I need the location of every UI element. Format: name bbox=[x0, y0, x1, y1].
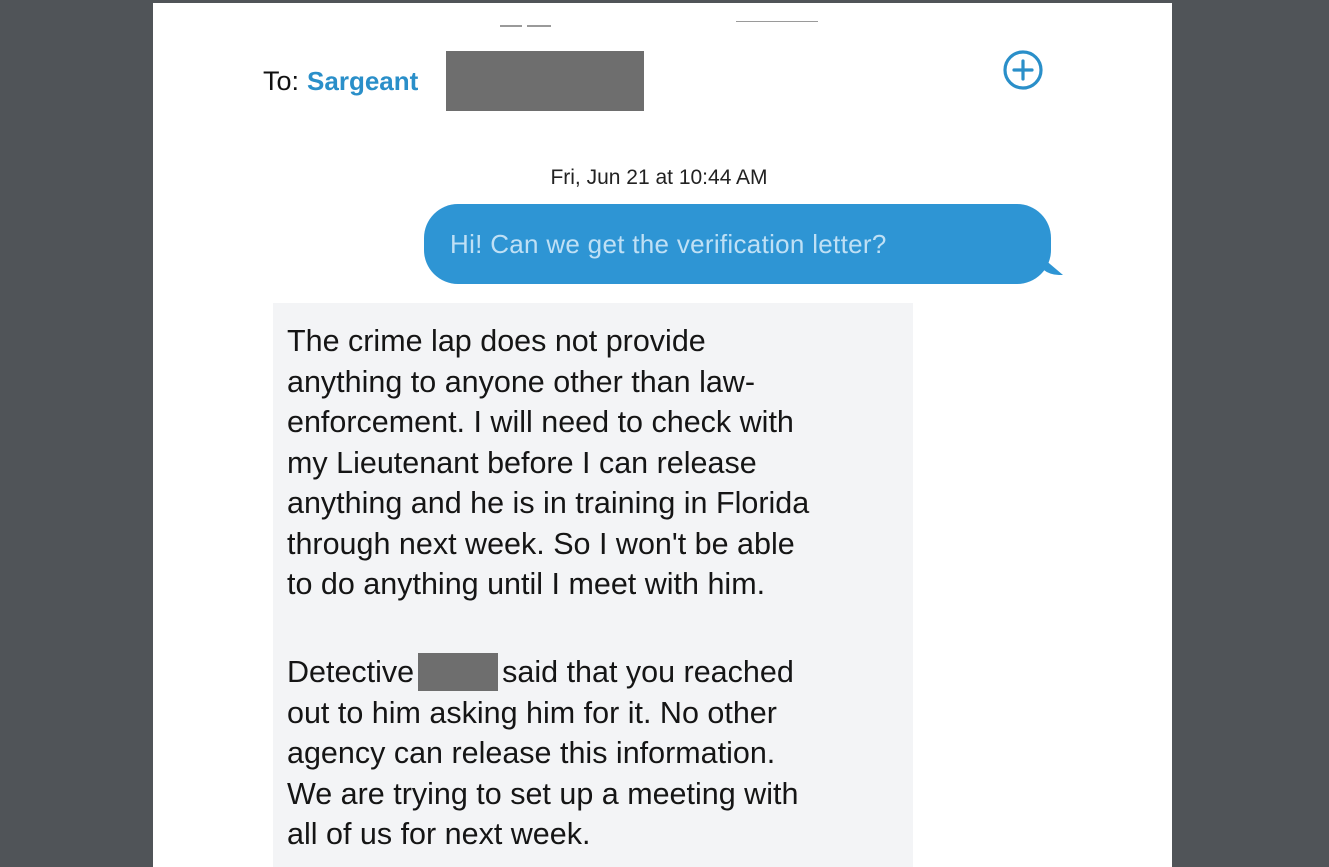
scan-artifact bbox=[736, 21, 818, 22]
redaction-block bbox=[446, 51, 644, 111]
message-line: anything to anyone other than law- bbox=[287, 364, 755, 399]
add-contact-button[interactable] bbox=[1003, 50, 1043, 90]
message-line: out to him asking him for it. No other bbox=[287, 695, 777, 730]
message-text-segment: said that you reached bbox=[502, 655, 794, 689]
to-label: To: bbox=[263, 65, 300, 96]
incoming-message-paragraph: Detective said that you reached out to hi… bbox=[287, 652, 907, 855]
redaction-block bbox=[418, 653, 499, 691]
message-line: to do anything until I meet with him. bbox=[287, 567, 766, 601]
document-viewer: To: Sargeant Fri, Jun 21 at 10:44 AM Hi!… bbox=[0, 0, 1329, 867]
message-line: through next week. So I won't be able bbox=[287, 526, 795, 561]
scan-artifact bbox=[527, 25, 551, 27]
message-line: my Lieutenant before I can release bbox=[287, 445, 757, 480]
message-line: all of us for next week. bbox=[287, 817, 591, 851]
incoming-message-paragraph: The crime lap does not provide anything … bbox=[287, 321, 907, 605]
message-line: enforcement. I will need to check with bbox=[287, 405, 794, 439]
scan-artifact bbox=[500, 25, 522, 27]
recipient-name[interactable]: Sargeant bbox=[307, 66, 418, 97]
message-line: anything and he is in training in Florid… bbox=[287, 486, 810, 520]
message-text-segment: Detective bbox=[287, 655, 415, 689]
plus-circle-icon bbox=[1003, 50, 1043, 90]
message-line: The crime lap does not provide bbox=[287, 324, 706, 358]
recipient-row: To: Sargeant bbox=[263, 61, 418, 101]
message-line: agency can release this information. bbox=[287, 736, 776, 770]
outgoing-message-text: Hi! Can we get the verification letter? bbox=[450, 228, 887, 259]
message-line: Detective said that you reached bbox=[287, 652, 907, 693]
outgoing-message-bubble[interactable]: Hi! Can we get the verification letter? bbox=[424, 204, 1051, 284]
message-timestamp: Fri, Jun 21 at 10:44 AM bbox=[550, 166, 768, 189]
message-line: We are trying to set up a meeting with bbox=[287, 776, 799, 811]
scanned-page: To: Sargeant Fri, Jun 21 at 10:44 AM Hi!… bbox=[153, 3, 1172, 867]
